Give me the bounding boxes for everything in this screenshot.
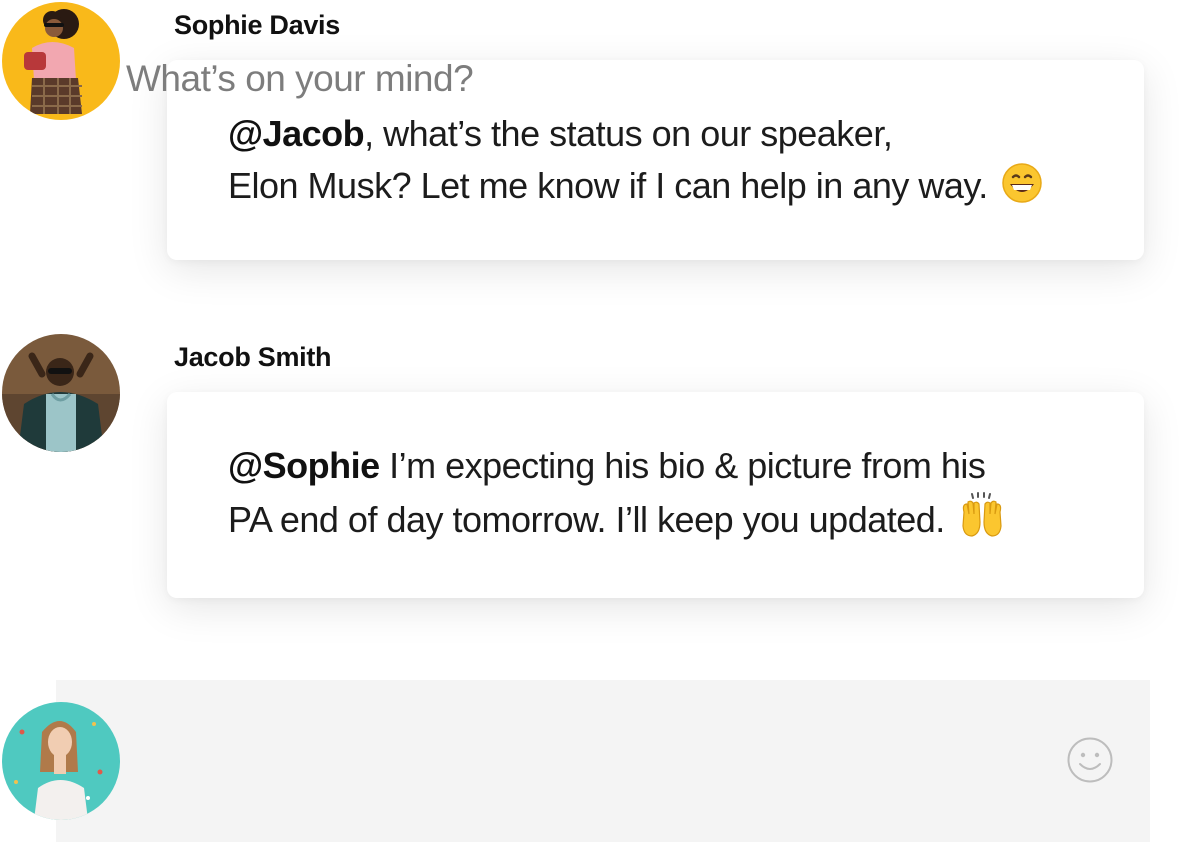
- message-text-line: , what’s the status on our speaker,: [364, 113, 893, 154]
- message-text-line: I’m expecting his bio & picture from his: [379, 445, 986, 486]
- message-author[interactable]: Sophie Davis: [174, 10, 340, 41]
- mention-link[interactable]: @Jacob: [228, 113, 365, 154]
- message-bubble: @Sophie I’m expecting his bio & picture …: [167, 392, 1144, 598]
- composer-input[interactable]: [126, 58, 986, 100]
- message-author[interactable]: Jacob Smith: [174, 342, 332, 373]
- avatar-current-user-icon[interactable]: [2, 702, 120, 820]
- mention-link[interactable]: @Sophie: [228, 445, 380, 486]
- chat-thread: Sophie Davis @Jacob, what’s the status o…: [0, 0, 1204, 842]
- smiley-icon[interactable]: [1066, 736, 1114, 784]
- raising-hands-icon: [958, 492, 1006, 552]
- composer-panel: [56, 680, 1150, 842]
- message-text: @Jacob, what’s the status on our speaker…: [228, 108, 1084, 218]
- message-text: @Sophie I’m expecting his bio & picture …: [228, 440, 1084, 552]
- avatar-jacob-icon[interactable]: [2, 334, 120, 452]
- grinning-face-icon: [1001, 162, 1043, 218]
- message-text-line: PA end of day tomorrow. I’ll keep you up…: [228, 499, 945, 540]
- avatar-sophie-icon[interactable]: [2, 2, 120, 120]
- message-text-line: Elon Musk? Let me know if I can help in …: [228, 165, 988, 206]
